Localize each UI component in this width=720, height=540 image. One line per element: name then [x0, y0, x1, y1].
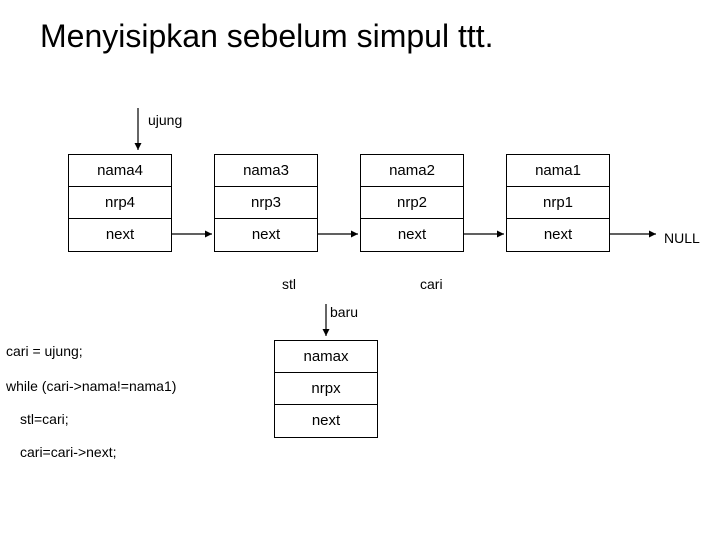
code-block: cari = ujung; while (cari->nama!=nama1) …	[6, 330, 176, 472]
node-0-nama: nama4	[69, 155, 171, 187]
node-0: nama4 nrp4 next	[68, 154, 172, 252]
label-baru: baru	[330, 304, 358, 320]
node-2-nama: nama2	[361, 155, 463, 187]
node-1: nama3 nrp3 next	[214, 154, 318, 252]
label-cari: cari	[420, 276, 443, 292]
code-line-1: cari = ujung;	[6, 342, 176, 361]
node-1-nama: nama3	[215, 155, 317, 187]
node-3-nama: nama1	[507, 155, 609, 187]
node-2-next: next	[361, 219, 463, 251]
label-ujung: ujung	[148, 112, 182, 128]
null-label: NULL	[664, 230, 700, 246]
node-0-next: next	[69, 219, 171, 251]
node-2: nama2 nrp2 next	[360, 154, 464, 252]
node-2-nrp: nrp2	[361, 187, 463, 219]
node-3-nrp: nrp1	[507, 187, 609, 219]
code-line-4: cari=cari->next;	[20, 443, 176, 462]
code-line-2: while (cari->nama!=nama1)	[6, 377, 176, 396]
node-3-next: next	[507, 219, 609, 251]
code-line-3: stl=cari;	[20, 410, 176, 429]
node-3: nama1 nrp1 next	[506, 154, 610, 252]
node-0-nrp: nrp4	[69, 187, 171, 219]
baru-nama: namax	[275, 341, 377, 373]
baru-node: namax nrpx next	[274, 340, 378, 438]
baru-next: next	[275, 405, 377, 437]
node-1-nrp: nrp3	[215, 187, 317, 219]
slide-title: Menyisipkan sebelum simpul ttt.	[40, 18, 494, 55]
label-stl: stl	[282, 276, 296, 292]
node-1-next: next	[215, 219, 317, 251]
baru-nrp: nrpx	[275, 373, 377, 405]
